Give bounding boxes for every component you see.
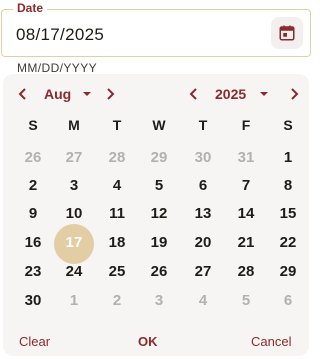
- day-cell-outside-month[interactable]: 31: [226, 147, 266, 169]
- chevron-right-icon: [107, 88, 115, 100]
- date-field-label: Date: [13, 1, 48, 15]
- cancel-button[interactable]: Cancel: [251, 334, 291, 349]
- day-cell[interactable]: 12: [139, 203, 179, 225]
- month-select[interactable]: Aug: [44, 86, 71, 102]
- day-cell[interactable]: 4: [97, 175, 137, 197]
- weekday-label: T: [198, 117, 208, 133]
- day-cell[interactable]: 14: [226, 203, 266, 225]
- day-cell[interactable]: 20: [183, 232, 223, 254]
- weekday-label: F: [241, 117, 251, 133]
- chevron-right-icon: [291, 88, 299, 100]
- next-month-button[interactable]: [100, 84, 120, 104]
- day-cell[interactable]: 5: [139, 175, 179, 197]
- calendar-icon: [279, 25, 295, 41]
- day-cell[interactable]: 11: [97, 203, 137, 225]
- year-select[interactable]: 2025: [215, 86, 246, 102]
- calendar-nav: Aug 2025: [3, 80, 309, 108]
- month-dropdown-icon[interactable]: [82, 89, 92, 99]
- day-cell[interactable]: 16: [13, 232, 53, 254]
- day-cell[interactable]: 13: [183, 203, 223, 225]
- day-cell[interactable]: 27: [183, 261, 223, 283]
- day-cell[interactable]: 1: [268, 147, 308, 169]
- year-dropdown-icon[interactable]: [259, 89, 269, 99]
- day-cell[interactable]: 25: [97, 261, 137, 283]
- day-cell[interactable]: 7: [226, 175, 266, 197]
- day-cell-outside-month[interactable]: 5: [226, 290, 266, 312]
- clear-button[interactable]: Clear: [19, 334, 50, 349]
- day-cell[interactable]: 28: [226, 261, 266, 283]
- chevron-left-icon: [189, 88, 197, 100]
- day-cell[interactable]: 3: [54, 175, 94, 197]
- day-cell-outside-month[interactable]: 4: [183, 290, 223, 312]
- day-cell-outside-month[interactable]: 28: [97, 147, 137, 169]
- date-field-value[interactable]: 08/17/2025: [16, 25, 104, 45]
- day-cell-outside-month[interactable]: 1: [54, 290, 94, 312]
- day-cell-outside-month[interactable]: 29: [139, 147, 179, 169]
- day-cell[interactable]: 26: [139, 261, 179, 283]
- day-cell-outside-month[interactable]: 26: [13, 147, 53, 169]
- day-cell-outside-month[interactable]: 30: [183, 147, 223, 169]
- day-cell[interactable]: 10: [54, 203, 94, 225]
- date-field[interactable]: Date 08/17/2025: [1, 1, 311, 57]
- day-cell[interactable]: 18: [97, 232, 137, 254]
- day-cell[interactable]: 29: [268, 261, 308, 283]
- prev-year-button[interactable]: [184, 84, 204, 104]
- day-cell[interactable]: 30: [13, 290, 53, 312]
- day-cell[interactable]: 15: [268, 203, 308, 225]
- day-cell-outside-month[interactable]: 2: [97, 290, 137, 312]
- day-cell[interactable]: 21: [226, 232, 266, 254]
- chevron-left-icon: [18, 88, 26, 100]
- date-format-hint: MM/DD/YYYY: [17, 61, 98, 75]
- day-cell[interactable]: 22: [268, 232, 308, 254]
- day-cell-outside-month[interactable]: 27: [54, 147, 94, 169]
- weekday-label: S: [28, 117, 38, 133]
- day-cell[interactable]: 23: [13, 261, 53, 283]
- weekday-label: S: [283, 117, 293, 133]
- open-calendar-button[interactable]: [271, 17, 303, 49]
- day-cell[interactable]: 6: [183, 175, 223, 197]
- day-cell-selected[interactable]: 17: [54, 232, 94, 254]
- day-cell-outside-month[interactable]: 6: [268, 290, 308, 312]
- day-cell[interactable]: 19: [139, 232, 179, 254]
- next-year-button[interactable]: [284, 84, 304, 104]
- calendar-popup: Aug 2025 SMTWTFS 26 27 28 29 30 31 1 2 3 4 5 6 7 8 9 10…: [3, 74, 309, 356]
- prev-month-button[interactable]: [13, 84, 33, 104]
- day-cell[interactable]: 2: [13, 175, 53, 197]
- weekday-label: W: [152, 117, 166, 133]
- ok-button[interactable]: OK: [138, 334, 158, 349]
- day-cell[interactable]: 8: [268, 175, 308, 197]
- day-cell[interactable]: 9: [13, 203, 53, 225]
- weekday-label: T: [112, 117, 122, 133]
- day-cell[interactable]: 24: [54, 261, 94, 283]
- day-cell-outside-month[interactable]: 3: [139, 290, 179, 312]
- weekday-label: M: [68, 117, 80, 133]
